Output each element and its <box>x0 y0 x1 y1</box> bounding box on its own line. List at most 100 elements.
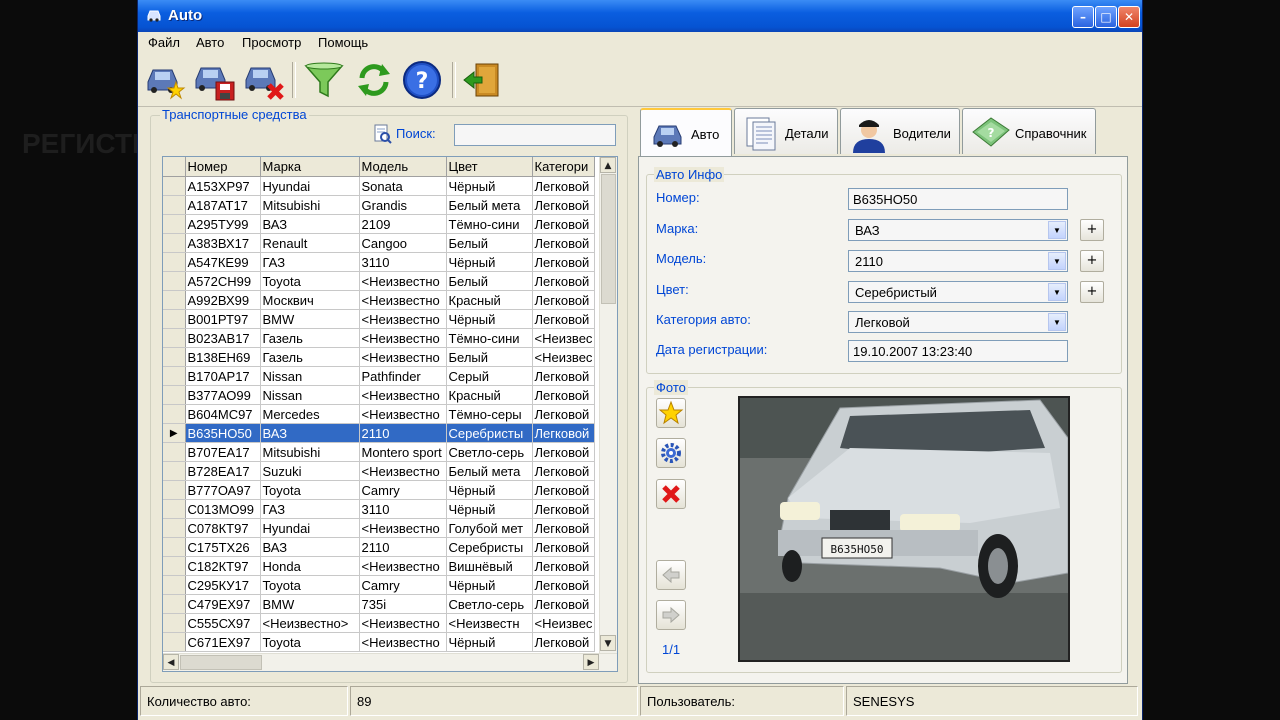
cell-color[interactable]: Светло-серь <box>446 594 533 614</box>
cell-color[interactable]: <Неизвестн <box>446 613 533 633</box>
cell-category[interactable]: Легковой <box>532 632 595 652</box>
table-row[interactable]: А383ВХ17 Renault Cangoo Белый Легковой <box>163 233 595 253</box>
cell-model[interactable]: 3110 <box>359 499 447 519</box>
table-row[interactable]: В728ЕА17 Suzuki <Неизвестно Белый мета Легко… <box>163 461 595 481</box>
grid-horizontal-scrollbar[interactable]: ◀ ▶ <box>163 653 617 671</box>
cell-color[interactable]: Серебристы <box>446 537 533 557</box>
cell-category[interactable]: Легковой <box>532 214 595 234</box>
cell-category[interactable]: Легковой <box>532 385 595 405</box>
table-row[interactable]: В377АО99 Nissan <Неизвестно Красный Легковой <box>163 385 595 405</box>
cell-color[interactable]: Тёмно-сини <box>446 328 533 348</box>
chevron-down-icon[interactable]: ▼ <box>1048 283 1066 301</box>
cell-brand[interactable]: Toyota <box>260 480 360 500</box>
table-row[interactable]: В777ОА97 Toyota Camry Чёрный Легковой <box>163 480 595 500</box>
cell-category[interactable]: Легковой <box>532 233 595 253</box>
cell-category[interactable]: Легковой <box>532 575 595 595</box>
row-indicator[interactable] <box>163 309 186 329</box>
filter-icon[interactable] <box>302 58 346 102</box>
cell-category[interactable]: Легковой <box>532 461 595 481</box>
row-indicator[interactable] <box>163 594 186 614</box>
cell-brand[interactable]: ГАЗ <box>260 499 360 519</box>
table-row[interactable]: А547КЕ99 ГАЗ 3110 Чёрный Легковой <box>163 252 595 272</box>
grid-vertical-scrollbar[interactable]: ▲ ▼ <box>599 157 617 653</box>
cell-model[interactable]: <Неизвестно <box>359 461 447 481</box>
delete-car-icon[interactable] <box>242 58 286 102</box>
column-header-model[interactable]: Модель <box>359 157 447 177</box>
add-model-button[interactable]: + <box>1080 250 1104 272</box>
cell-color[interactable]: Белый <box>446 233 533 253</box>
cell-color[interactable]: Белый <box>446 271 533 291</box>
cell-model[interactable]: 735i <box>359 594 447 614</box>
vehicles-grid[interactable]: Номер Марка Модель Цвет Категори А153ХР9… <box>162 156 618 672</box>
scroll-left-button[interactable]: ◀ <box>163 654 179 670</box>
cell-model[interactable]: <Неизвестно <box>359 613 447 633</box>
cell-color[interactable]: Чёрный <box>446 499 533 519</box>
category-select[interactable]: Легковой ▼ <box>848 311 1068 333</box>
row-indicator[interactable] <box>163 632 186 652</box>
cell-model[interactable]: 2109 <box>359 214 447 234</box>
cell-brand[interactable]: Mercedes <box>260 404 360 424</box>
table-row[interactable]: А153ХР97 Hyundai Sonata Чёрный Легковой <box>163 176 595 196</box>
cell-brand[interactable]: Москвич <box>260 290 360 310</box>
cell-brand[interactable]: Renault <box>260 233 360 253</box>
cell-color[interactable]: Тёмно-сини <box>446 214 533 234</box>
table-row[interactable]: А295ТУ99 ВАЗ 2109 Тёмно-сини Легковой <box>163 214 595 234</box>
table-row[interactable]: ▶ В635НО50 ВАЗ 2110 Серебристы Легковой <box>163 423 595 443</box>
row-indicator[interactable] <box>163 271 186 291</box>
cell-brand[interactable]: Газель <box>260 328 360 348</box>
cell-brand[interactable]: Suzuki <box>260 461 360 481</box>
table-row[interactable]: С479ЕХ97 BMW 735i Светло-серь Легковой <box>163 594 595 614</box>
cell-number[interactable]: В635НО50 <box>185 423 261 443</box>
cell-category[interactable]: <Неизвес <box>532 347 595 367</box>
cell-color[interactable]: Вишнёвый <box>446 556 533 576</box>
table-row[interactable]: С078КТ97 Hyundai <Неизвестно Голубой мет Лег… <box>163 518 595 538</box>
cell-category[interactable]: Легковой <box>532 309 595 329</box>
row-indicator[interactable]: ▶ <box>163 423 186 443</box>
cell-number[interactable]: В604МС97 <box>185 404 261 424</box>
cell-number[interactable]: В377АО99 <box>185 385 261 405</box>
column-header-brand[interactable]: Марка <box>260 157 360 177</box>
cell-number[interactable]: А187АТ17 <box>185 195 261 215</box>
tab-details[interactable]: Детали <box>734 108 838 154</box>
cell-category[interactable]: Легковой <box>532 556 595 576</box>
cell-model[interactable]: <Неизвестно <box>359 632 447 652</box>
minimize-button[interactable]: – <box>1072 6 1094 28</box>
cell-category[interactable]: Легковой <box>532 404 595 424</box>
cell-number[interactable]: В707ЕА17 <box>185 442 261 462</box>
cell-number[interactable]: В170АР17 <box>185 366 261 386</box>
cell-color[interactable]: Серый <box>446 366 533 386</box>
cell-color[interactable]: Голубой мет <box>446 518 533 538</box>
table-row[interactable]: С182КТ97 Honda <Неизвестно Вишнёвый Легковой <box>163 556 595 576</box>
close-button[interactable]: ✕ <box>1118 6 1140 28</box>
table-row[interactable]: В023АВ17 Газель <Неизвестно Тёмно-сини <Неиз… <box>163 328 595 348</box>
row-indicator[interactable] <box>163 556 186 576</box>
cell-model[interactable]: Camry <box>359 575 447 595</box>
exit-icon[interactable] <box>460 58 504 102</box>
cell-number[interactable]: С078КТ97 <box>185 518 261 538</box>
cell-model[interactable]: <Неизвестно <box>359 271 447 291</box>
cell-brand[interactable]: BMW <box>260 594 360 614</box>
cell-color[interactable]: Красный <box>446 385 533 405</box>
cell-model[interactable]: Montero sport <box>359 442 447 462</box>
cell-model[interactable]: <Неизвестно <box>359 347 447 367</box>
cell-number[interactable]: С175ТХ26 <box>185 537 261 557</box>
photo-add-button[interactable] <box>656 398 686 428</box>
add-car-icon[interactable] <box>142 58 186 102</box>
cell-color[interactable]: Чёрный <box>446 309 533 329</box>
cell-brand[interactable]: <Неизвестно> <box>260 613 360 633</box>
photo-prev-button[interactable] <box>656 560 686 590</box>
chevron-down-icon[interactable]: ▼ <box>1048 221 1066 239</box>
cell-number[interactable]: А295ТУ99 <box>185 214 261 234</box>
cell-model[interactable]: Grandis <box>359 195 447 215</box>
horizontal-scroll-thumb[interactable] <box>180 655 262 670</box>
photo-settings-button[interactable] <box>656 438 686 468</box>
cell-category[interactable]: Легковой <box>532 252 595 272</box>
row-indicator[interactable] <box>163 537 186 557</box>
table-row[interactable]: С175ТХ26 ВАЗ 2110 Серебристы Легковой <box>163 537 595 557</box>
row-indicator[interactable] <box>163 442 186 462</box>
cell-category[interactable]: Легковой <box>532 594 595 614</box>
cell-category[interactable]: Легковой <box>532 537 595 557</box>
regdate-field[interactable]: 19.10.2007 13:23:40 <box>848 340 1068 362</box>
scroll-right-button[interactable]: ▶ <box>583 654 599 670</box>
cell-brand[interactable]: Hyundai <box>260 518 360 538</box>
